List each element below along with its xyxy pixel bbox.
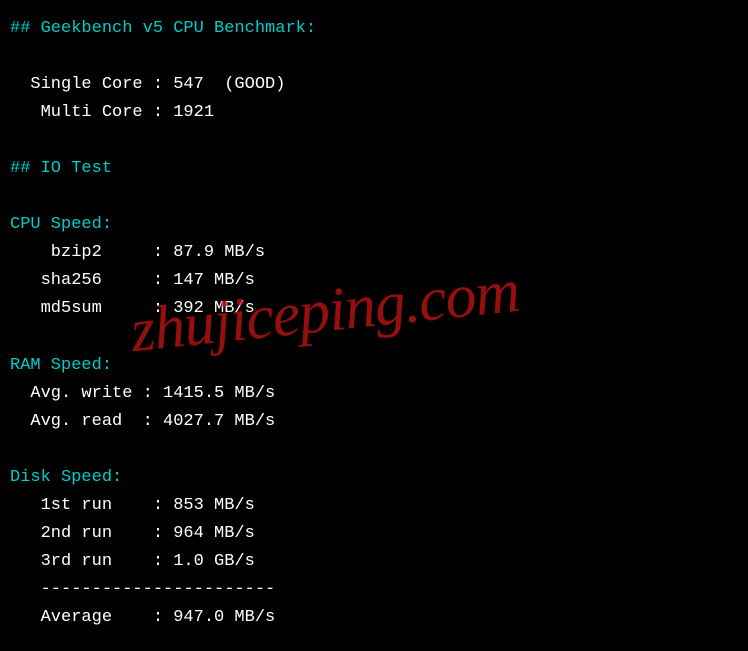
geekbench-header: ## Geekbench v5 CPU Benchmark: <box>10 15 738 43</box>
blank-line <box>10 324 738 352</box>
cpu-speed-header: CPU Speed: <box>10 211 738 239</box>
disk-run3-result: 3rd run : 1.0 GB/s <box>10 548 738 576</box>
disk-run2-result: 2nd run : 964 MB/s <box>10 520 738 548</box>
disk-average-result: Average : 947.0 MB/s <box>10 604 738 632</box>
terminal-output: ## Geekbench v5 CPU Benchmark: Single Co… <box>10 15 738 632</box>
blank-line <box>10 183 738 211</box>
blank-line <box>10 436 738 464</box>
ram-speed-header: RAM Speed: <box>10 352 738 380</box>
blank-line <box>10 43 738 71</box>
bzip2-result: bzip2 : 87.9 MB/s <box>10 239 738 267</box>
disk-run1-result: 1st run : 853 MB/s <box>10 492 738 520</box>
divider-line: ----------------------- <box>10 576 738 604</box>
io-test-header: ## IO Test <box>10 155 738 183</box>
multi-core-result: Multi Core : 1921 <box>10 99 738 127</box>
sha256-result: sha256 : 147 MB/s <box>10 267 738 295</box>
blank-line <box>10 127 738 155</box>
single-core-result: Single Core : 547 (GOOD) <box>10 71 738 99</box>
ram-write-result: Avg. write : 1415.5 MB/s <box>10 380 738 408</box>
ram-read-result: Avg. read : 4027.7 MB/s <box>10 408 738 436</box>
disk-speed-header: Disk Speed: <box>10 464 738 492</box>
md5sum-result: md5sum : 392 MB/s <box>10 295 738 323</box>
